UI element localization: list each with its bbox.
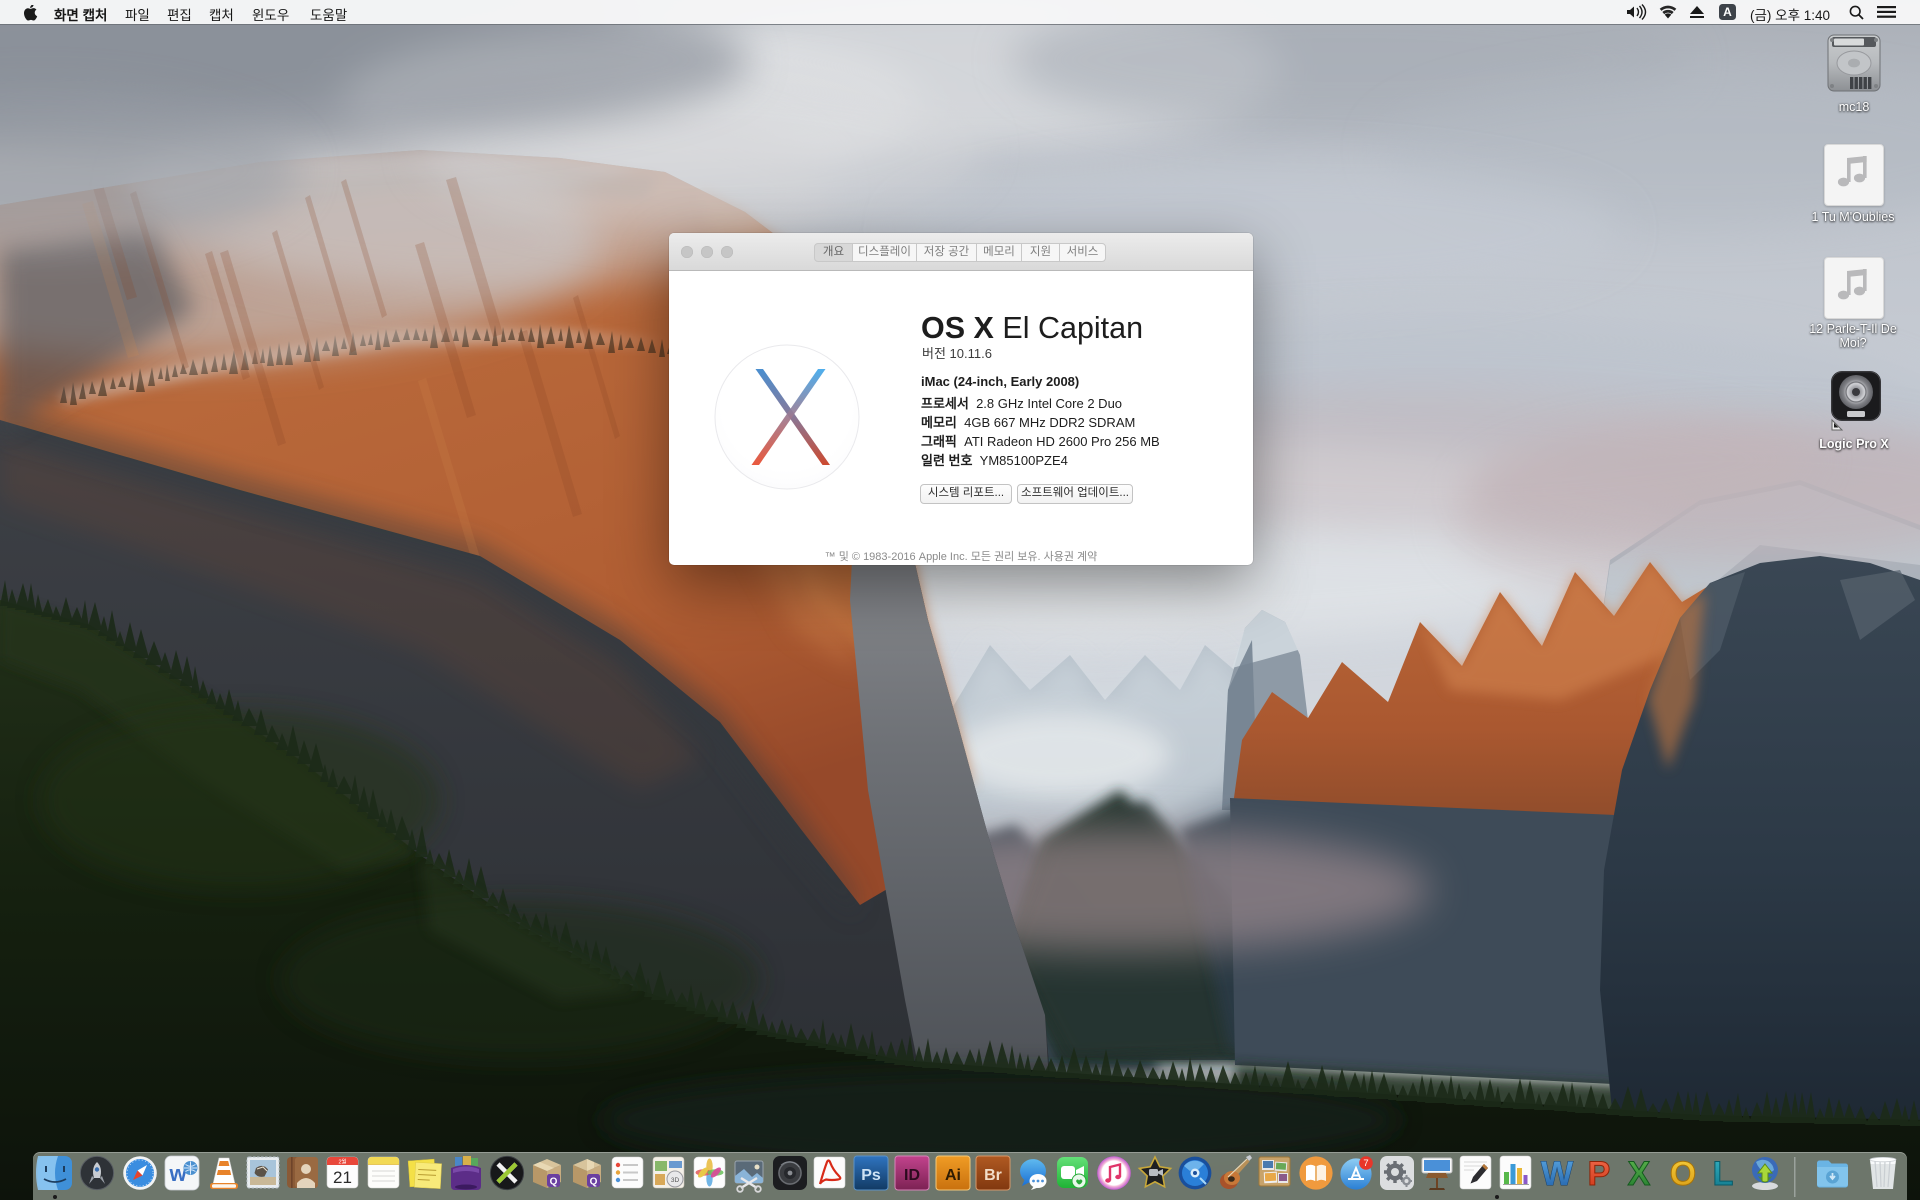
svg-text:ID: ID [904, 1167, 920, 1184]
svg-text:Q: Q [590, 1177, 598, 1188]
svg-text:Ai: Ai [945, 1167, 961, 1184]
svg-text:2월: 2월 [338, 1158, 346, 1166]
svg-text:X: X [1628, 1155, 1651, 1193]
svg-text:O: O [1670, 1155, 1696, 1193]
svg-text:W: W [1541, 1155, 1574, 1193]
svg-text:Q: Q [550, 1177, 558, 1188]
svg-text:7: 7 [1363, 1158, 1368, 1169]
svg-text:P: P [1588, 1155, 1611, 1193]
svg-text:L: L [1713, 1155, 1734, 1193]
svg-text:Ps: Ps [861, 1167, 881, 1184]
svg-text:21: 21 [333, 1168, 352, 1187]
svg-text:3D: 3D [671, 1177, 680, 1184]
svg-text:Br: Br [984, 1167, 1002, 1184]
